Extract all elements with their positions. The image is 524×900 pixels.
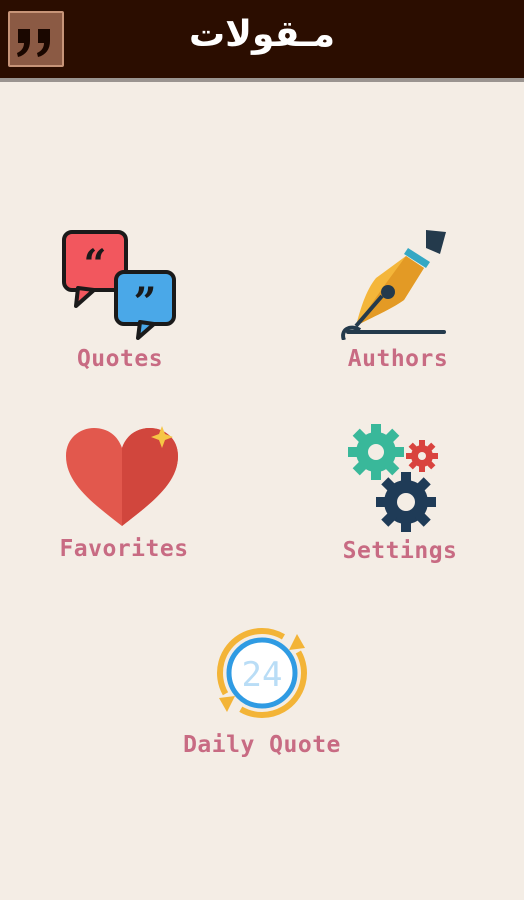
fountain-pen-icon	[341, 230, 446, 340]
gears-icon	[348, 424, 438, 532]
daily-quote-label: Daily Quote	[183, 732, 341, 758]
quotes-label: Quotes	[76, 346, 164, 372]
quotes-button[interactable]: “ ” Quotes	[58, 228, 182, 372]
daily-refresh-icon: 24	[217, 628, 307, 718]
daily-number: 24	[242, 655, 283, 695]
settings-label: Settings	[342, 538, 458, 564]
daily-quote-button[interactable]: 24 Daily Quote	[176, 620, 348, 758]
heart-icon	[66, 426, 178, 526]
favorites-label: Favorites	[59, 536, 189, 562]
authors-button[interactable]: Authors	[330, 226, 466, 372]
app-header: مـقولات	[0, 0, 524, 82]
settings-button[interactable]: Settings	[330, 422, 470, 564]
svg-text:”: ”	[133, 279, 156, 326]
speech-bubbles-icon: “ ”	[62, 230, 176, 340]
authors-label: Authors	[347, 346, 449, 372]
header-divider	[0, 78, 524, 82]
favorites-button[interactable]: Favorites	[54, 422, 194, 562]
svg-text:“: “	[83, 241, 106, 288]
page-title: مـقولات	[188, 14, 336, 55]
